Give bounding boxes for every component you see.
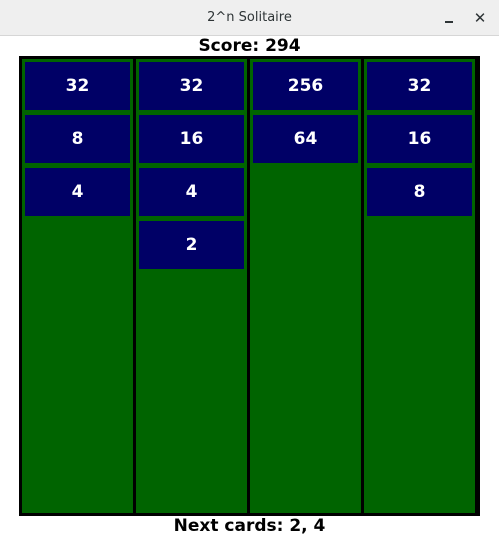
- card[interactable]: 16: [139, 115, 244, 163]
- minimize-button[interactable]: [437, 6, 461, 30]
- column-3[interactable]: 256 64: [250, 59, 361, 513]
- card[interactable]: 256: [253, 62, 358, 110]
- card[interactable]: 4: [139, 168, 244, 216]
- close-icon: ✕: [473, 9, 487, 27]
- card[interactable]: 64: [253, 115, 358, 163]
- title-bar: 2^n Solitaire ✕: [0, 0, 499, 36]
- column-4[interactable]: 32 16 8: [364, 59, 475, 513]
- card[interactable]: 16: [367, 115, 472, 163]
- card[interactable]: 4: [25, 168, 130, 216]
- close-button[interactable]: ✕: [468, 6, 492, 30]
- next-cards-label: Next cards: 2, 4: [173, 516, 326, 536]
- card[interactable]: 8: [367, 168, 472, 216]
- column-1[interactable]: 32 8 4: [22, 59, 133, 513]
- card[interactable]: 32: [139, 62, 244, 110]
- card[interactable]: 32: [25, 62, 130, 110]
- card[interactable]: 2: [139, 221, 244, 269]
- score-label: Score: 294: [198, 36, 301, 56]
- game-board: 32 8 4 32 16 4 2 256 64 32 16 8: [19, 56, 480, 516]
- minimize-icon: [445, 21, 453, 23]
- card[interactable]: 32: [367, 62, 472, 110]
- column-2[interactable]: 32 16 4 2: [136, 59, 247, 513]
- window-title: 2^n Solitaire: [207, 10, 292, 25]
- card[interactable]: 8: [25, 115, 130, 163]
- app-window: 2^n Solitaire ✕ Score: 294 32 8 4 32 16 …: [0, 0, 499, 536]
